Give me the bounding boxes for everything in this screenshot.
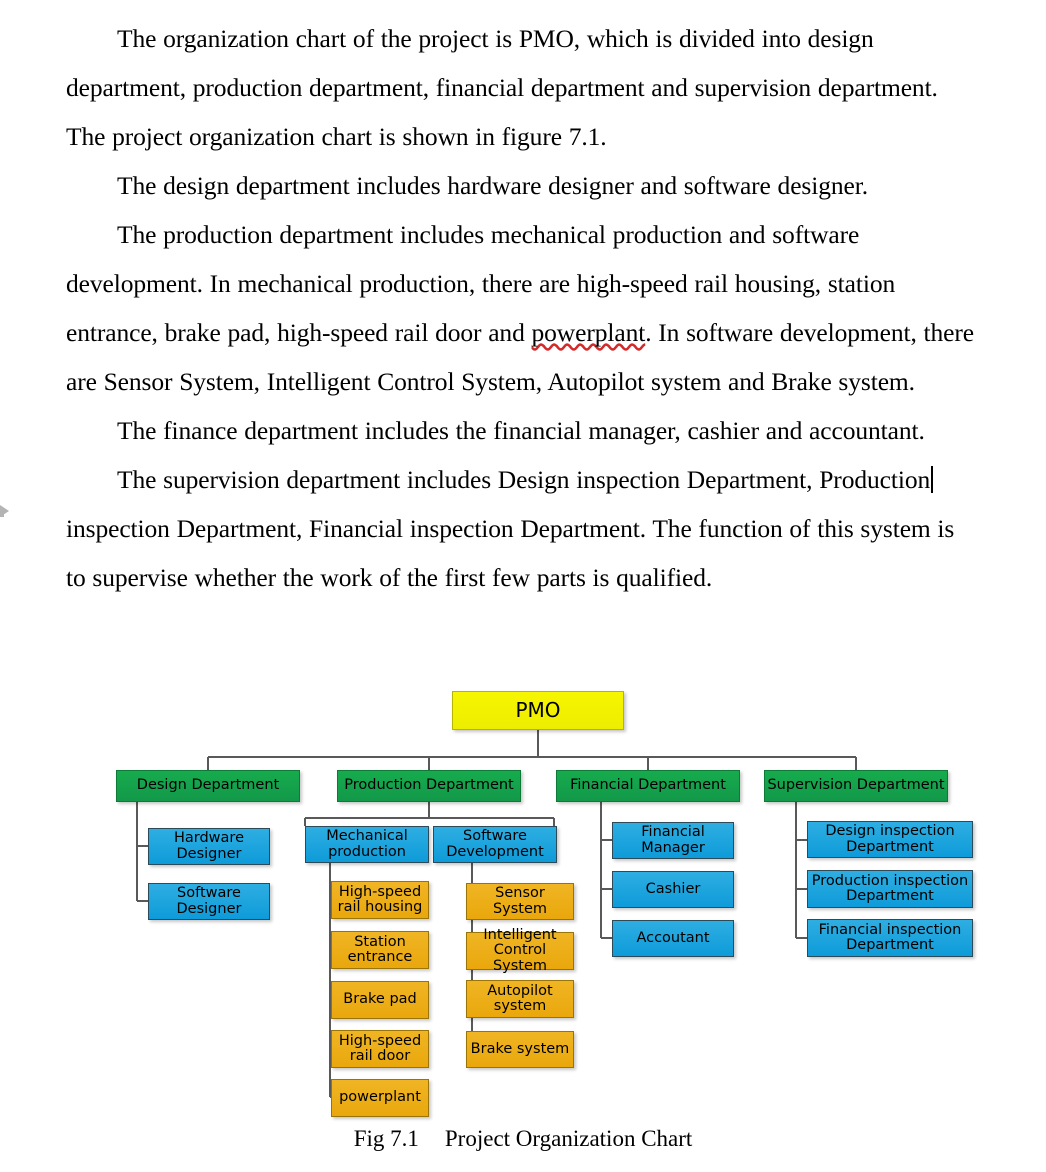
org-node-station-entrance[interactable]: Station entrance: [331, 931, 429, 969]
org-node-supervision-department[interactable]: Supervision Department: [764, 770, 948, 802]
org-node-financial-inspection-department-label: Financial inspection Department: [818, 921, 962, 953]
org-node-high-speed-rail-housing[interactable]: High-speed rail housing: [331, 881, 429, 919]
org-node-design-department-label: Design Department: [136, 777, 280, 794]
org-node-design-department[interactable]: Design Department: [116, 770, 300, 802]
org-node-software-development[interactable]: Software Development: [433, 826, 557, 863]
org-node-financial-department-label: Financial Department: [570, 777, 726, 794]
org-node-autopilot-system-label: Autopilot system: [487, 982, 553, 1014]
org-node-production-inspection-department-label: Production inspection Department: [811, 872, 969, 904]
org-node-hardware-designer[interactable]: Hardware Designer: [148, 828, 270, 865]
org-node-brake-system[interactable]: Brake system: [466, 1031, 574, 1068]
org-node-powerplant-label: powerplant: [339, 1089, 421, 1106]
org-node-pmo-label: PMO: [515, 698, 561, 723]
org-node-cashier[interactable]: Cashier: [612, 871, 734, 908]
org-node-intelligent-control-system-label: Intelligent Control System: [483, 927, 557, 974]
figure-caption-title: Project Organization Chart: [444, 1126, 693, 1151]
org-node-high-speed-rail-housing-label: High-speed rail housing: [337, 883, 423, 915]
figure-caption: Fig 7.1 Project Organization Chart: [0, 1126, 1046, 1152]
org-node-brake-system-label: Brake system: [470, 1040, 570, 1057]
org-node-accoutant-label: Accoutant: [636, 929, 710, 946]
org-node-sensor-system[interactable]: Sensor System: [466, 883, 574, 920]
org-node-mechanical-production[interactable]: Mechanical production: [305, 826, 429, 863]
org-node-intelligent-control-system[interactable]: Intelligent Control System: [466, 928, 574, 973]
org-node-financial-department[interactable]: Financial Department: [556, 770, 740, 802]
org-node-brake-pad-label: Brake pad: [343, 991, 417, 1008]
org-node-sensor-system-label: Sensor System: [492, 885, 548, 917]
org-node-production-inspection-department[interactable]: Production inspection Department: [807, 870, 973, 908]
org-node-cashier-label: Cashier: [645, 880, 701, 897]
org-node-financial-manager-label: Financial Manager: [641, 824, 705, 856]
org-node-autopilot-system[interactable]: Autopilot system: [466, 980, 574, 1018]
org-node-high-speed-rail-door[interactable]: High-speed rail door: [331, 1030, 429, 1068]
org-node-accoutant[interactable]: Accoutant: [612, 920, 734, 957]
org-node-supervision-department-label: Supervision Department: [767, 777, 945, 794]
org-node-financial-manager[interactable]: Financial Manager: [612, 822, 734, 859]
org-node-hardware-designer-label: Hardware Designer: [173, 830, 244, 862]
org-node-software-designer[interactable]: Software Designer: [148, 883, 270, 920]
figure-caption-label: Fig 7.1: [353, 1126, 419, 1151]
org-node-pmo[interactable]: PMO: [452, 691, 624, 730]
org-node-production-department-label: Production Department: [344, 777, 514, 794]
org-node-financial-inspection-department[interactable]: Financial inspection Department: [807, 919, 973, 957]
org-node-design-inspection-department-label: Design inspection Department: [825, 823, 955, 855]
org-node-software-designer-label: Software Designer: [176, 885, 242, 917]
org-node-brake-pad[interactable]: Brake pad: [331, 981, 429, 1019]
org-node-station-entrance-label: Station entrance: [347, 933, 413, 965]
organization-chart-figure: PMO Design Department Production Departm…: [0, 0, 1046, 1172]
org-node-high-speed-rail-door-label: High-speed rail door: [338, 1032, 422, 1064]
org-node-software-development-label: Software Development: [446, 828, 544, 860]
org-node-production-department[interactable]: Production Department: [337, 770, 521, 802]
org-node-design-inspection-department[interactable]: Design inspection Department: [807, 821, 973, 858]
org-node-powerplant[interactable]: powerplant: [331, 1079, 429, 1117]
org-node-mechanical-production-label: Mechanical production: [326, 828, 408, 860]
